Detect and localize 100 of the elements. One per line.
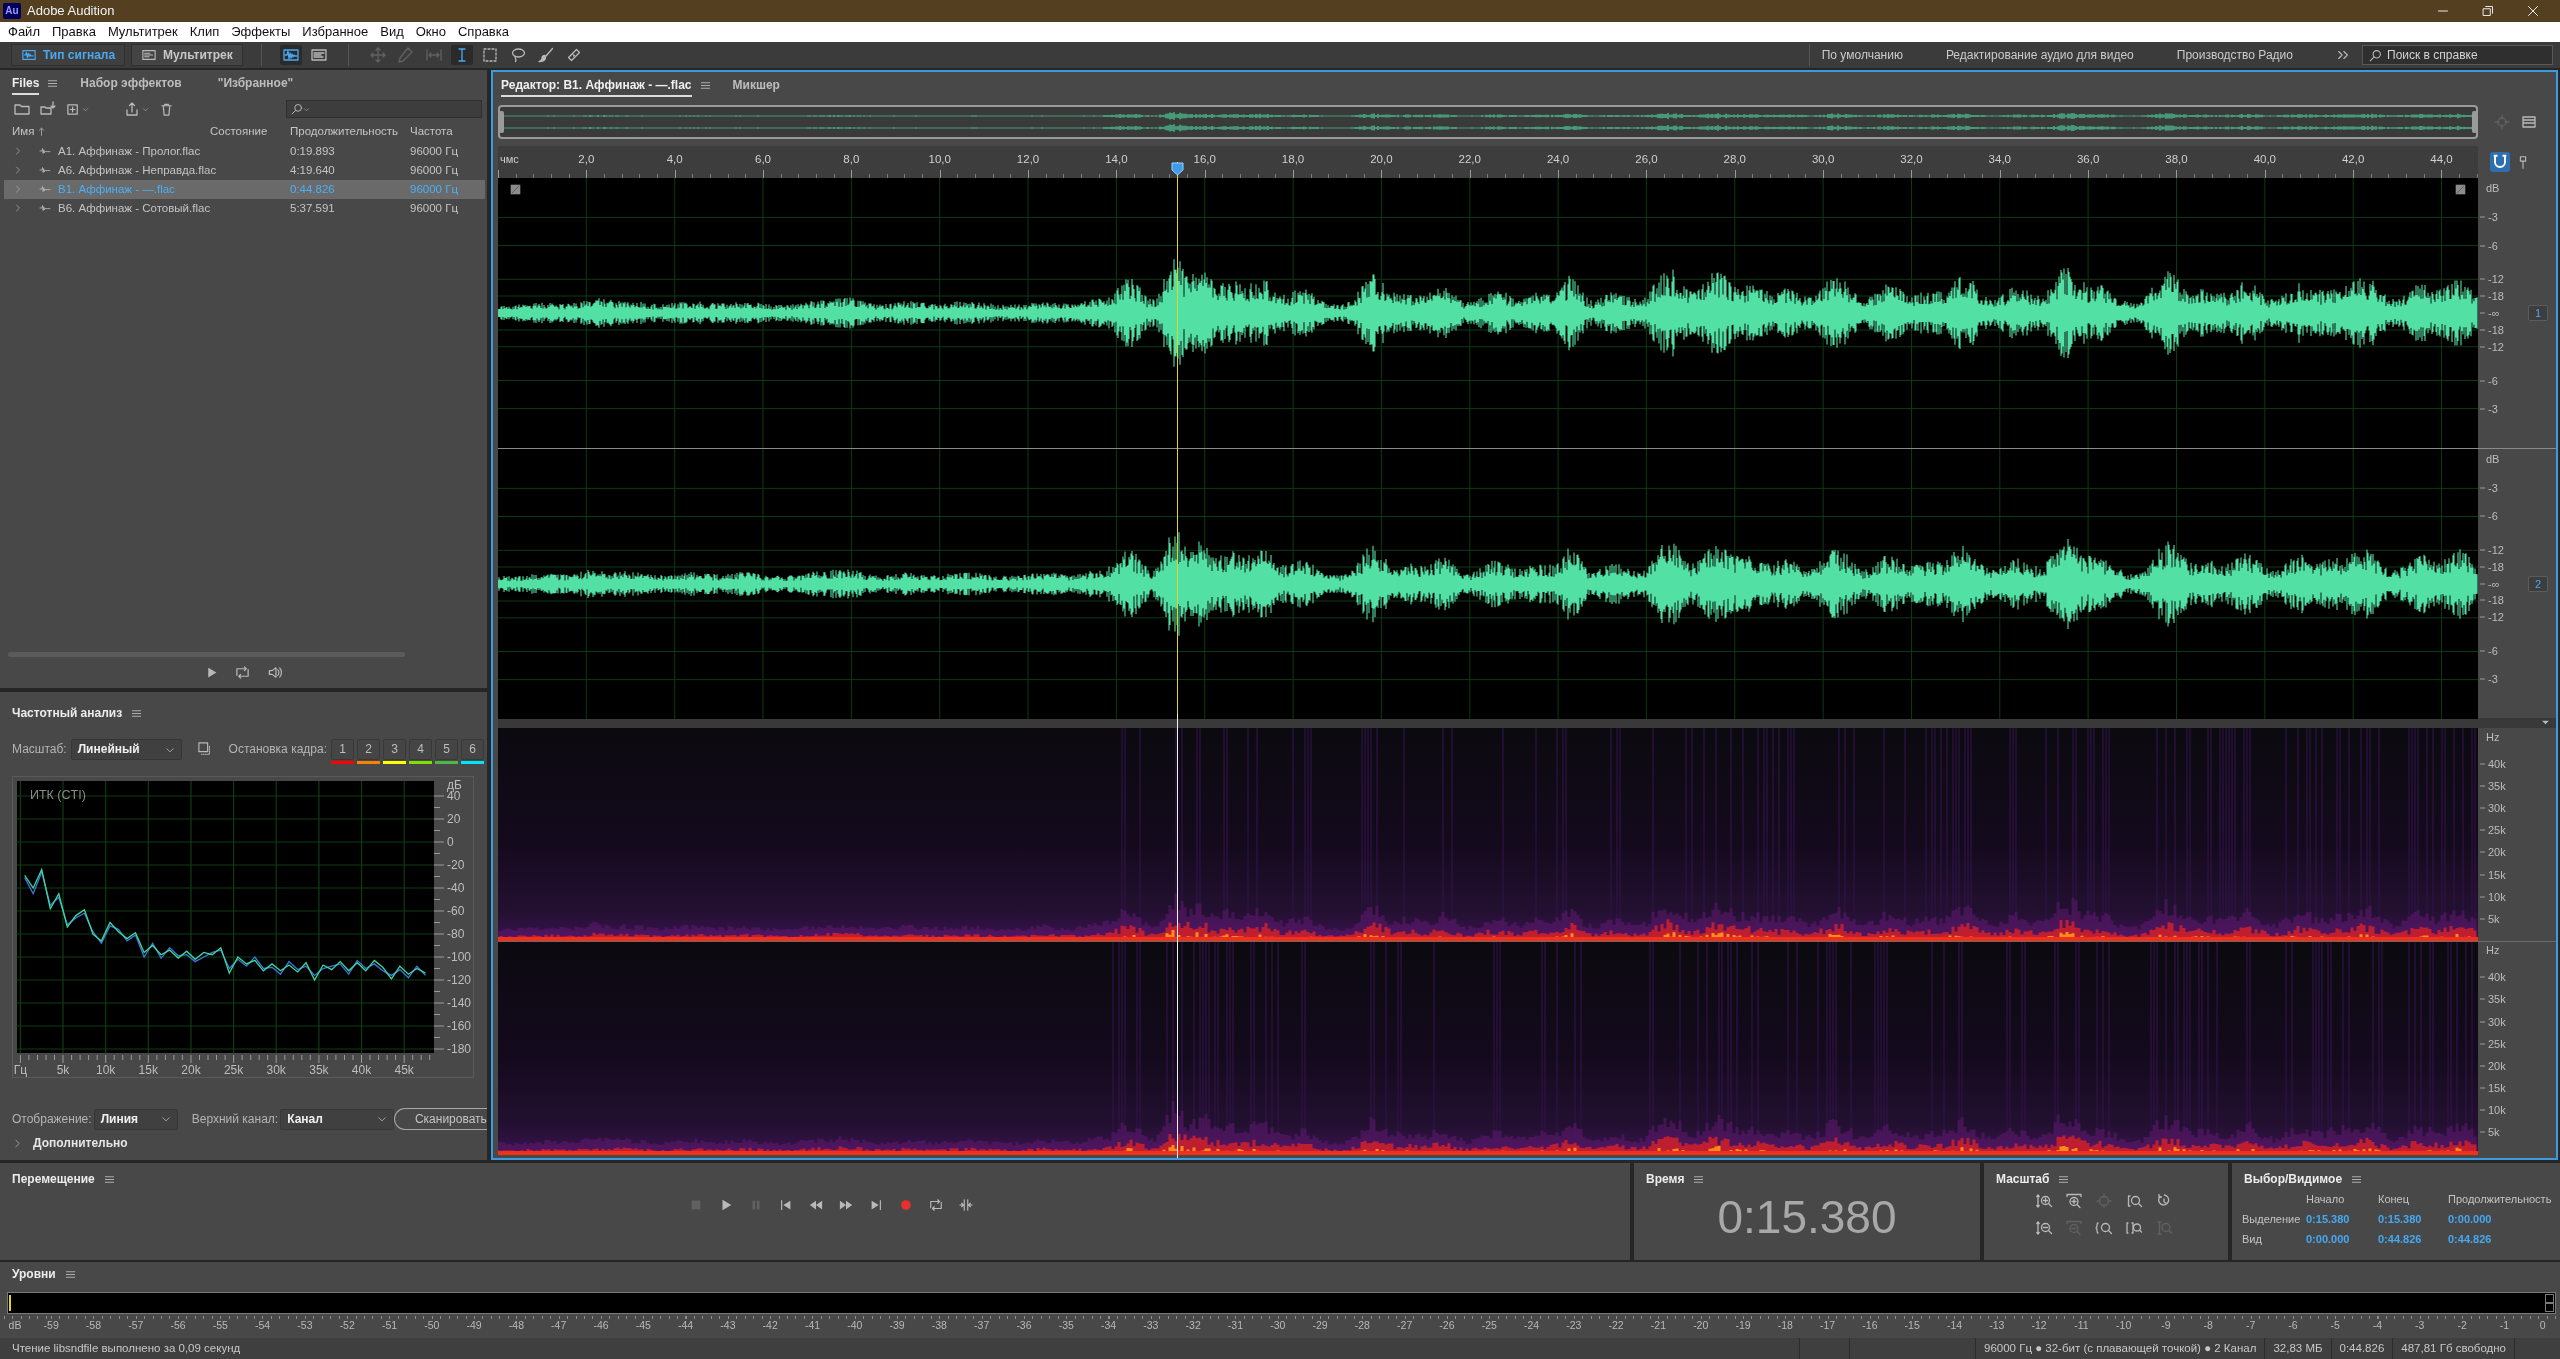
file-name: B1. Аффинаж - —.flac xyxy=(58,182,175,197)
loop-icon[interactable] xyxy=(234,665,250,680)
menu-item[interactable]: Окно xyxy=(409,24,452,40)
menu-item[interactable]: Файл xyxy=(2,24,46,40)
time-value[interactable]: 0:00.000 xyxy=(2306,1232,2378,1246)
zoom-out-icon[interactable] xyxy=(2035,1220,2053,1236)
menu-icon[interactable] xyxy=(131,707,143,719)
ruler-label: 16,0 xyxy=(1193,153,1216,167)
skip-back-icon[interactable] xyxy=(779,1198,793,1212)
close-icon[interactable] xyxy=(2527,5,2539,17)
zoom-in-icon[interactable] xyxy=(2065,1193,2083,1209)
axis-label: -80 xyxy=(447,927,465,941)
double-chevron-icon[interactable] xyxy=(2336,48,2350,62)
column-header[interactable]: Состояние xyxy=(210,125,290,139)
zoom-icon[interactable] xyxy=(2125,1193,2143,1209)
caret-icon xyxy=(303,106,310,113)
panel-tab[interactable]: "Избранное" xyxy=(217,70,294,96)
editor-tab[interactable]: Редактор: B1. Аффинаж - —.flac xyxy=(501,72,692,98)
freeze-frame-button[interactable]: 2 xyxy=(357,739,380,760)
fast-forward-icon[interactable] xyxy=(839,1198,853,1212)
menu-icon[interactable] xyxy=(2058,1173,2070,1185)
file-row[interactable]: A1. Аффинаж - Пролог.flac 0:19.893 96000 Гц xyxy=(4,142,485,161)
ruler-label: 2,0 xyxy=(578,153,595,167)
zoom-in-icon[interactable] xyxy=(2035,1193,2053,1209)
scale-label: -6 xyxy=(2287,1319,2299,1333)
scale-label: 10k xyxy=(2480,890,2506,904)
freeze-frame-button[interactable]: 5 xyxy=(435,739,458,760)
folder-icon[interactable] xyxy=(14,101,30,117)
menu-icon[interactable] xyxy=(103,1173,115,1185)
scale-label: -12 xyxy=(2030,1319,2048,1333)
restore-icon[interactable] xyxy=(2482,5,2494,17)
skip-selection-icon[interactable] xyxy=(959,1198,973,1212)
workspace-tab[interactable]: Редактирование аудио для видео xyxy=(1945,47,2134,63)
menu-item[interactable]: Справка xyxy=(451,24,515,40)
search-field[interactable]: Поиск в справке xyxy=(2362,45,2553,65)
menu-item[interactable]: Избранное xyxy=(296,24,375,40)
editor-tab[interactable]: Микшер xyxy=(732,72,780,98)
time-value[interactable]: 0:44.826 xyxy=(2378,1232,2448,1246)
speaker-icon[interactable] xyxy=(266,665,283,680)
rewind-icon[interactable] xyxy=(809,1198,823,1212)
overview-waveform[interactable] xyxy=(498,105,2478,139)
display-dropdown[interactable]: Линия xyxy=(93,1108,178,1130)
frame-icon[interactable] xyxy=(197,742,212,756)
time-value[interactable]: 0:00.000 xyxy=(2448,1212,2560,1226)
search-icon xyxy=(291,103,303,115)
ruler-label: 10,0 xyxy=(928,153,951,167)
time-value[interactable]: 0:15.380 xyxy=(2378,1212,2448,1226)
loop-icon[interactable] xyxy=(929,1198,943,1212)
freeze-frame-button[interactable]: 1 xyxy=(331,739,354,760)
scale-label: -28 xyxy=(1353,1319,1371,1333)
channel-dropdown[interactable]: Канал xyxy=(280,1108,394,1130)
skip-forward-icon[interactable] xyxy=(869,1198,883,1212)
freeze-frame-button[interactable]: 4 xyxy=(409,739,432,760)
menu-icon[interactable] xyxy=(64,1269,76,1280)
playhead-handle-icon[interactable] xyxy=(1171,162,1185,176)
search-field[interactable] xyxy=(286,100,482,118)
workspace-tab[interactable]: По умолчанию xyxy=(1821,47,1903,63)
file-row[interactable]: B6. Аффинаж - Сотовый.flac 5:37.591 96000 Гц xyxy=(4,199,485,218)
i-beam-icon[interactable] xyxy=(450,45,473,65)
advanced-toggle[interactable]: Дополнительно xyxy=(0,1135,128,1151)
plus-square-icon[interactable] xyxy=(66,101,81,117)
menu-icon[interactable] xyxy=(47,77,59,89)
zoom-icon[interactable] xyxy=(2125,1220,2143,1236)
menu-icon[interactable] xyxy=(2351,1173,2363,1185)
waveform-view-icon[interactable] xyxy=(279,45,302,65)
menu-item[interactable]: Вид xyxy=(374,24,410,40)
import-icon[interactable] xyxy=(40,101,56,117)
menu-item[interactable]: Эффекты xyxy=(225,24,297,40)
column-header[interactable]: Продолжительность xyxy=(290,125,410,139)
column-header[interactable]: Имя xyxy=(12,125,210,139)
zoom-icon[interactable] xyxy=(2095,1220,2113,1236)
export-icon[interactable] xyxy=(125,101,141,117)
menu-item[interactable]: Мультитрек xyxy=(101,24,184,40)
column-header[interactable]: Частота xyxy=(410,125,487,139)
status-text: 96000 Гц ● 32-бит (с плавающей точкой) ● 2 Канал xyxy=(1975,1338,2265,1359)
freeze-frame-button[interactable]: 3 xyxy=(383,739,406,760)
magnet-icon[interactable] xyxy=(2490,152,2510,172)
scale-dropdown[interactable]: Линейный xyxy=(70,739,182,760)
triangle-down-icon[interactable] xyxy=(2541,718,2550,727)
playhead[interactable] xyxy=(1171,162,1185,1158)
scale-label: -45 xyxy=(634,1319,652,1333)
scale-label: -52 xyxy=(338,1319,356,1333)
menu-item[interactable]: Правка xyxy=(45,24,102,40)
menu-item[interactable]: Клип xyxy=(183,24,226,40)
workspace-tab[interactable]: Производство Радио xyxy=(2176,47,2293,63)
trash-icon[interactable] xyxy=(159,101,174,117)
menu-icon[interactable] xyxy=(1693,1173,1705,1185)
file-row[interactable]: A6. Аффинаж - Неправда.flac 4:19.640 96000 Гц xyxy=(4,161,485,180)
ruler-label: 20,0 xyxy=(1370,153,1393,167)
channel-badge[interactable]: 2 xyxy=(2528,575,2548,592)
panel-tab[interactable]: Набор эффектов xyxy=(80,70,182,96)
panel-tab[interactable]: Files xyxy=(12,70,40,96)
channel-badge[interactable]: 1 xyxy=(2528,305,2548,321)
list-icon[interactable] xyxy=(2521,114,2537,130)
freeze-frame-button[interactable]: 6 xyxy=(461,739,484,760)
mode-tab[interactable]: Мультитрек xyxy=(131,44,243,66)
mode-tab[interactable]: Тип сигнала xyxy=(11,44,126,66)
time-value[interactable]: 0:15.380 xyxy=(2306,1212,2378,1226)
time-value[interactable]: 0:44.826 xyxy=(2448,1232,2560,1246)
menu-icon[interactable] xyxy=(699,79,711,91)
